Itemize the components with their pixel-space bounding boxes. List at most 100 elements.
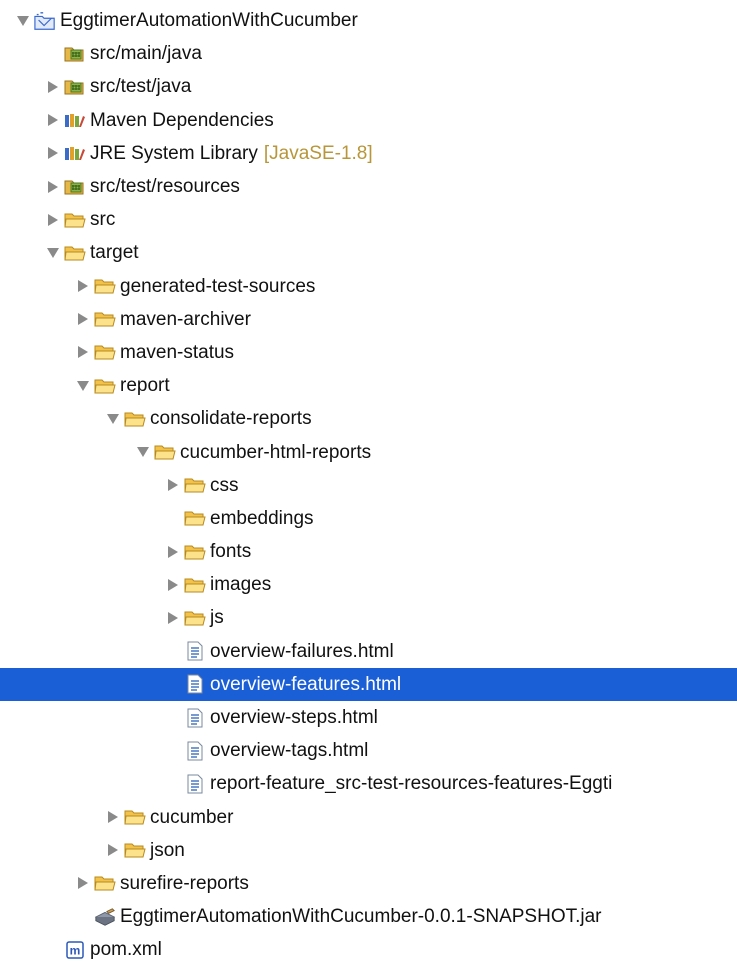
tree-item[interactable]: report-feature_src-test-resources-featur…: [0, 767, 737, 800]
tree-item[interactable]: overview-features.html: [0, 667, 737, 701]
collapse-arrow-icon[interactable]: [76, 279, 90, 293]
collapse-arrow-icon[interactable]: [46, 213, 60, 227]
html-file-icon: [184, 708, 206, 728]
tree-item[interactable]: src/test/java: [0, 70, 737, 103]
jar-file-icon: [94, 907, 116, 927]
tree-item-label: target: [90, 242, 139, 264]
collapse-arrow-icon[interactable]: [106, 810, 120, 824]
tree-item[interactable]: consolidate-reports: [0, 402, 737, 435]
tree-item[interactable]: src/main/java: [0, 37, 737, 70]
folder-icon: [124, 409, 146, 429]
folder-icon: [94, 376, 116, 396]
tree-item[interactable]: target: [0, 236, 737, 269]
tree-item-label: overview-failures.html: [210, 640, 394, 662]
folder-icon: [64, 210, 86, 230]
tree-item-label: EggtimerAutomationWithCucumber-0.0.1-SNA…: [120, 906, 602, 928]
tree-item-label: src/test/java: [90, 76, 192, 98]
collapse-arrow-icon[interactable]: [46, 146, 60, 160]
svg-text:m: m: [70, 943, 81, 957]
collapse-arrow-icon[interactable]: [76, 876, 90, 890]
tree-item-label: generated-test-sources: [120, 275, 316, 297]
html-file-icon: [184, 641, 206, 661]
tree-item[interactable]: cucumber: [0, 801, 737, 834]
tree-item-label: src/test/resources: [90, 176, 240, 198]
html-file-icon: [184, 674, 206, 694]
tree-item-label: consolidate-reports: [150, 408, 312, 430]
expand-arrow-icon[interactable]: [16, 14, 30, 28]
collapse-arrow-icon[interactable]: [166, 611, 180, 625]
tree-item-label: overview-steps.html: [210, 707, 378, 729]
tree-item[interactable]: report: [0, 369, 737, 402]
tree-item-label: maven-status: [120, 341, 235, 363]
tree-item-label: css: [210, 474, 239, 496]
project-icon: [34, 11, 56, 31]
tree-item[interactable]: src: [0, 203, 737, 236]
tree-item[interactable]: EggtimerAutomationWithCucumber-0.0.1-SNA…: [0, 900, 737, 933]
tree-item[interactable]: maven-status: [0, 336, 737, 369]
tree-item[interactable]: m pom.xml: [0, 933, 737, 966]
collapse-arrow-icon[interactable]: [46, 113, 60, 127]
tree-item[interactable]: overview-tags.html: [0, 734, 737, 767]
maven-pom-icon: m: [64, 940, 86, 960]
tree-item-label: src/main/java: [90, 43, 202, 65]
collapse-arrow-icon[interactable]: [46, 180, 60, 194]
tree-item-label: report-feature_src-test-resources-featur…: [210, 773, 613, 795]
collapse-arrow-icon[interactable]: [106, 843, 120, 857]
expand-arrow-icon[interactable]: [136, 445, 150, 459]
tree-item[interactable]: src/test/resources: [0, 170, 737, 203]
folder-icon: [154, 442, 176, 462]
expand-arrow-icon[interactable]: [106, 412, 120, 426]
tree-item-label: maven-archiver: [120, 308, 251, 330]
folder-icon: [124, 840, 146, 860]
source-folder-icon: [64, 44, 86, 64]
folder-icon: [94, 342, 116, 362]
tree-item-decoration: [JavaSE-1.8]: [263, 142, 373, 164]
folder-icon: [64, 243, 86, 263]
tree-item[interactable]: css: [0, 469, 737, 502]
tree-item-label: json: [150, 839, 185, 861]
tree-item[interactable]: images: [0, 568, 737, 601]
library-icon: [64, 110, 86, 130]
collapse-arrow-icon[interactable]: [76, 345, 90, 359]
tree-item[interactable]: Maven Dependencies: [0, 104, 737, 137]
library-icon: [64, 143, 86, 163]
tree-item[interactable]: EggtimerAutomationWithCucumber: [0, 4, 737, 37]
folder-icon: [184, 508, 206, 528]
tree-item-label: src: [90, 209, 116, 231]
tree-item-label: JRE System Library: [90, 142, 258, 164]
folder-icon: [184, 608, 206, 628]
folder-icon: [94, 276, 116, 296]
tree-item-label: overview-tags.html: [210, 740, 369, 762]
tree-item[interactable]: overview-steps.html: [0, 701, 737, 734]
tree-item[interactable]: fonts: [0, 535, 737, 568]
collapse-arrow-icon[interactable]: [166, 545, 180, 559]
expand-arrow-icon[interactable]: [76, 379, 90, 393]
tree-item[interactable]: surefire-reports: [0, 867, 737, 900]
collapse-arrow-icon[interactable]: [46, 80, 60, 94]
expand-arrow-icon[interactable]: [46, 246, 60, 260]
tree-item-label: images: [210, 574, 272, 596]
source-folder-icon: [64, 177, 86, 197]
tree-item[interactable]: maven-archiver: [0, 303, 737, 336]
collapse-arrow-icon[interactable]: [166, 578, 180, 592]
tree-item-label: js: [210, 607, 224, 629]
tree-item-label: report: [120, 375, 170, 397]
tree-item[interactable]: overview-failures.html: [0, 635, 737, 668]
collapse-arrow-icon[interactable]: [166, 478, 180, 492]
html-file-icon: [184, 741, 206, 761]
tree-item[interactable]: js: [0, 601, 737, 634]
tree-item-label: Maven Dependencies: [90, 109, 274, 131]
tree-item[interactable]: json: [0, 834, 737, 867]
tree-item[interactable]: cucumber-html-reports: [0, 435, 737, 468]
collapse-arrow-icon[interactable]: [76, 312, 90, 326]
tree-item-label: pom.xml: [90, 939, 162, 961]
tree-item-label: overview-features.html: [210, 673, 402, 695]
tree-item[interactable]: JRE System Library [JavaSE-1.8]: [0, 137, 737, 170]
folder-icon: [124, 807, 146, 827]
tree-item-label: cucumber-html-reports: [180, 441, 372, 463]
tree-item-label: surefire-reports: [120, 872, 249, 894]
tree-item[interactable]: embeddings: [0, 502, 737, 535]
folder-icon: [184, 575, 206, 595]
tree-item[interactable]: generated-test-sources: [0, 270, 737, 303]
folder-icon: [94, 309, 116, 329]
